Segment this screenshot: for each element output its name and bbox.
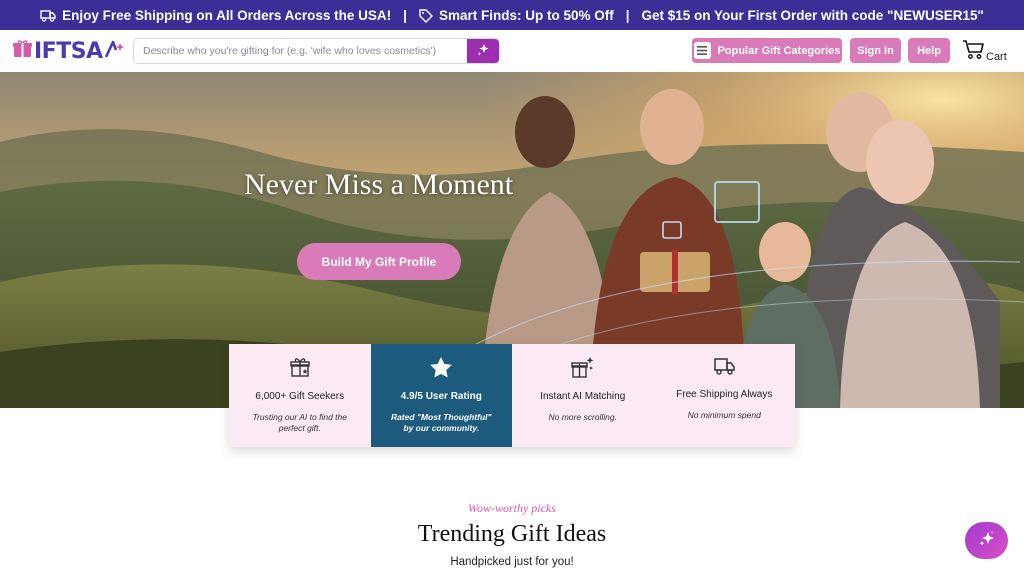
stat-card-free-shipping: Free Shipping Always No minimum spend	[653, 344, 795, 447]
help-button[interactable]: Help	[908, 38, 950, 63]
stat-subtitle: Rated "Most Thoughtful" by our community…	[390, 412, 492, 433]
truck-icon	[40, 8, 56, 23]
trending-title: Trending Gift Ideas	[417, 521, 607, 547]
logo-text: IFTSA	[34, 39, 103, 64]
stat-card-gift-seekers: 6,000+ Gift Seekers Trusting our AI to f…	[229, 344, 371, 447]
stat-title: 6,000+ Gift Seekers	[255, 391, 345, 402]
stat-title: Instant AI Matching	[540, 391, 626, 402]
star-icon	[429, 356, 453, 383]
promo-bar: Enjoy Free Shipping on All Orders Across…	[0, 0, 1024, 30]
promo-deals-text: Smart Finds: Up to 50% Off	[438, 7, 614, 23]
stat-card-ai-matching: Instant AI Matching No more scrolling.	[512, 344, 654, 447]
truck-icon	[713, 356, 735, 381]
promo-shipping-text: Enjoy Free Shipping on All Orders Across…	[62, 7, 392, 23]
stat-subtitle: No minimum spend	[687, 410, 761, 420]
ai-sparkle-logo-icon	[104, 40, 125, 63]
stat-subtitle: No more scrolling.	[548, 412, 618, 422]
stat-title: Free Shipping Always	[676, 389, 773, 400]
trending-kicker: Wow-worthy picks	[468, 501, 556, 515]
ai-gift-icon	[571, 356, 595, 383]
logo[interactable]: IFTSA	[13, 39, 125, 64]
hero-title: Never Miss a Moment	[244, 168, 514, 201]
popular-categories-label: Popular Gift Categories	[717, 44, 841, 57]
trending-subtitle: Handpicked just for you!	[450, 556, 574, 568]
sparkle-icon	[978, 530, 996, 551]
menu-icon	[693, 42, 711, 59]
sparkle-icon	[477, 43, 490, 59]
gift-search-input[interactable]	[134, 39, 467, 63]
cart-icon	[962, 39, 985, 63]
promo-code-text: Get $15 on Your First Order with code "N…	[641, 7, 984, 23]
ai-search-button[interactable]	[467, 39, 499, 63]
stat-subtitle: Trusting our AI to find the perfect gift…	[252, 412, 348, 433]
tag-icon	[419, 7, 433, 23]
promo-separator: |	[403, 7, 407, 23]
build-gift-profile-button[interactable]: Build My Gift Profile	[297, 243, 461, 280]
site-header: IFTSA Popular Gift Categories Sign In He…	[0, 30, 1024, 72]
search-bar	[133, 38, 500, 64]
stat-card-user-rating: 4.9/5 User Rating Rated "Most Thoughtful…	[370, 344, 512, 447]
promo-separator: |	[625, 7, 630, 23]
stats-strip: 6,000+ Gift Seekers Trusting our AI to f…	[229, 344, 795, 447]
popular-categories-button[interactable]: Popular Gift Categories	[692, 38, 842, 63]
ai-assistant-button[interactable]	[965, 522, 1008, 559]
gift-star-icon	[289, 356, 311, 383]
gift-box-icon	[13, 40, 32, 63]
cart-link[interactable]: Cart	[962, 39, 1007, 63]
sign-in-button[interactable]: Sign In	[850, 38, 901, 63]
stat-title: 4.9/5 User Rating	[400, 391, 482, 402]
cart-label: Cart	[986, 51, 1007, 63]
